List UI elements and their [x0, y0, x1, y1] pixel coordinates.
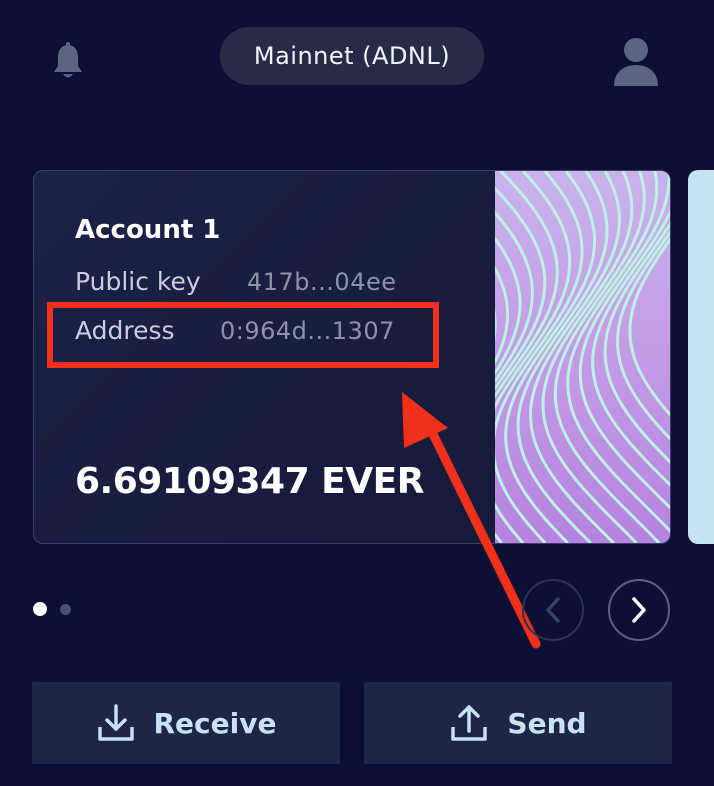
- send-button[interactable]: Send: [364, 682, 672, 764]
- upload-tray-icon: [451, 705, 488, 741]
- previous-account-button[interactable]: [522, 579, 584, 641]
- chevron-right-icon: [632, 597, 646, 623]
- next-account-card-preview[interactable]: [688, 170, 714, 544]
- receive-button[interactable]: Receive: [32, 682, 340, 764]
- next-account-button[interactable]: [608, 579, 670, 641]
- chevron-left-icon: [546, 597, 560, 623]
- download-tray-icon: [97, 704, 134, 741]
- carousel-dot-active[interactable]: [33, 602, 47, 616]
- network-label: Mainnet (ADNL): [253, 42, 451, 70]
- send-label: Send: [507, 706, 587, 740]
- address-highlight-box: [47, 302, 439, 368]
- carousel-dot-inactive[interactable]: [60, 604, 71, 615]
- network-selector[interactable]: Mainnet (ADNL): [220, 27, 484, 85]
- user-avatar-icon[interactable]: [612, 36, 660, 88]
- public-key-label: Public key: [75, 267, 201, 296]
- receive-label: Receive: [153, 706, 277, 740]
- balance-amount: 6.69109347 EVER: [75, 461, 424, 502]
- account-name: Account 1: [75, 215, 221, 245]
- card-wave-pattern: [495, 171, 670, 543]
- public-key-value[interactable]: 417b...04ee: [247, 268, 397, 296]
- bell-icon[interactable]: [50, 42, 86, 82]
